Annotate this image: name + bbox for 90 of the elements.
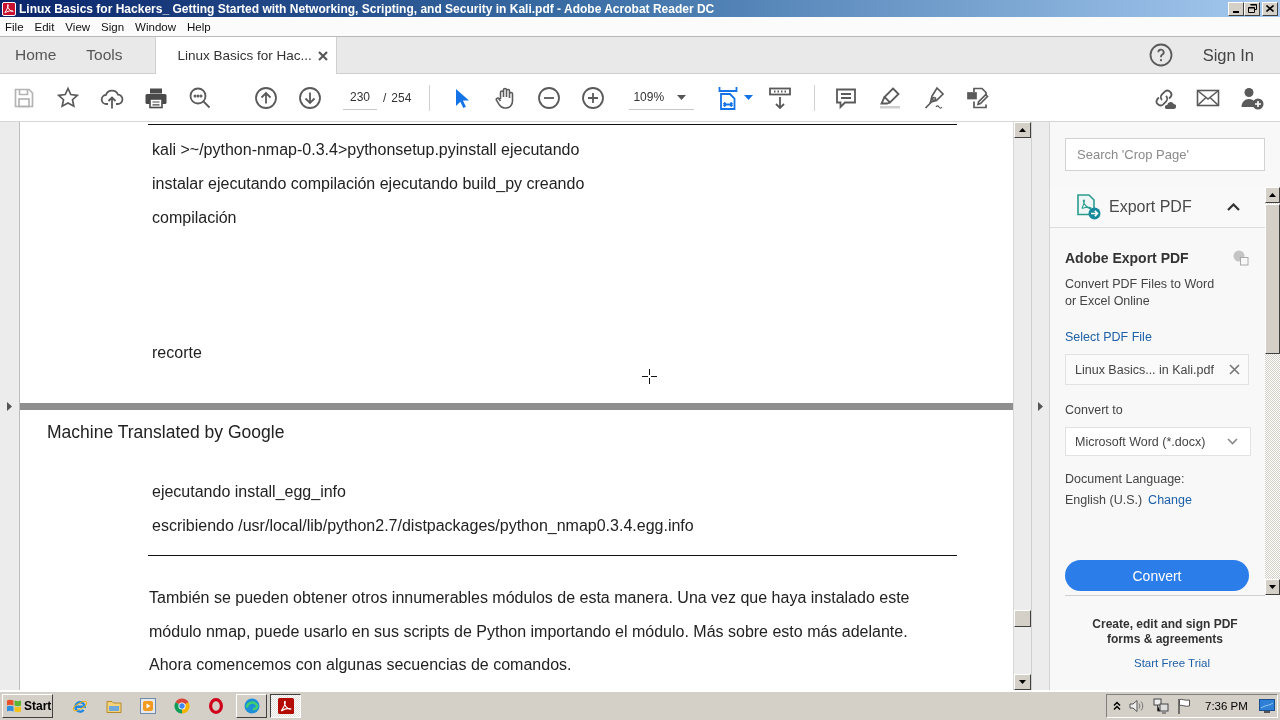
pen-nib-icon[interactable]: [922, 85, 947, 110]
star-icon[interactable]: [56, 85, 80, 110]
nav-tab[interactable]: Home: [0, 37, 72, 73]
language-text: English (U.S.): [1065, 492, 1143, 509]
segmented-circle-icon[interactable]: [174, 697, 190, 714]
crosshair-cursor-icon: [642, 369, 657, 384]
minimize-icon: [1233, 10, 1239, 13]
scroll-mode-icon[interactable]: [768, 85, 793, 110]
code-line: escribiendo /usr/local/lib/python2.7/distpackages/python_nmap0.3.4.egg.info: [152, 516, 694, 536]
minimize-button[interactable]: [1228, 1, 1244, 16]
zoom-field[interactable]: 109%: [629, 85, 695, 110]
search-field[interactable]: Search 'Crop Page': [1065, 138, 1265, 171]
pdf-icon: [277, 697, 294, 714]
promo-text: Create, edit and sign PDF forms & agreements: [1091, 617, 1239, 647]
sign-in-button[interactable]: Sign In: [1202, 45, 1254, 65]
restore-icon: [1247, 4, 1257, 13]
help-icon[interactable]: [1148, 43, 1173, 67]
menu-item[interactable]: Window: [135, 20, 176, 33]
add-user-icon[interactable]: [1240, 85, 1264, 110]
monitor-icon[interactable]: [1259, 698, 1275, 713]
ring-icon[interactable]: [209, 697, 223, 714]
taskbar-button[interactable]: [270, 693, 301, 718]
body-paragraph: También se pueden obtener otros innumerables módulos de esta manera. Una vez que haya instalado este módulo nmap, puede usarlo en sus scripts de Python importando el módulo. Más sobre esto más adelante. Ahora comencemos con algunas secuencias de comandos.: [149, 588, 910, 675]
close-button[interactable]: [1262, 1, 1278, 16]
play-icon[interactable]: [140, 697, 156, 714]
menu-item[interactable]: File: [5, 20, 24, 33]
caret-icon[interactable]: [744, 95, 754, 100]
change-link[interactable]: Change: [1148, 492, 1192, 509]
code-line: instalar ejecutando compilación ejecutando build_py creando: [152, 174, 585, 194]
menu-item[interactable]: Sign: [101, 20, 125, 33]
file-field[interactable]: Linux Basics... in Kali.pdf: [1065, 354, 1249, 385]
nav-tab[interactable]: Tools: [71, 37, 138, 73]
code-line: compilación: [152, 208, 237, 228]
menu-item[interactable]: Edit: [34, 20, 55, 33]
scroll-thumb[interactable]: [1265, 204, 1280, 354]
document-arrow-icon: [1075, 194, 1101, 220]
code-line: kali >~/python-nmap-0.3.4>pythonsetup.pyinstall ejecutando: [152, 140, 580, 160]
convert-button[interactable]: Convert: [1065, 560, 1249, 591]
network-icon[interactable]: [1153, 697, 1169, 714]
format-dropdown[interactable]: Microsoft Word (*.docx): [1065, 427, 1251, 456]
code-line: ejecutando install_egg_info: [152, 482, 346, 502]
start-button[interactable]: Start: [2, 693, 53, 718]
scroll-down-button[interactable]: [1014, 674, 1031, 690]
menu-item[interactable]: Help: [187, 20, 211, 33]
expand-triangle-icon[interactable]: [7, 401, 12, 411]
highlighter-icon[interactable]: [878, 85, 903, 110]
expand-triangle-icon[interactable]: [1038, 401, 1043, 411]
page-separator: /: [383, 90, 387, 105]
zoom-out-icon[interactable]: [537, 85, 562, 110]
up-triangle-icon: [1269, 193, 1276, 197]
edit-document-icon[interactable]: [966, 85, 991, 110]
arrow-up-circle-icon[interactable]: [254, 85, 278, 110]
down-triangle-icon: [1269, 585, 1276, 589]
window-title: Linux Basics for Hackers_ Getting Started with Networking, Scripting, and Security in Kali.pdf - Adobe Acrobat Reader DC: [19, 1, 715, 16]
windows-logo-icon: [6, 698, 22, 713]
copy-icon: [1233, 250, 1249, 266]
speaker-icon[interactable]: [1129, 698, 1145, 713]
chevron-down-icon: [1227, 438, 1238, 445]
swirl-icon: [243, 697, 260, 714]
page-number-field[interactable]: 230: [343, 85, 377, 110]
arrow-down-circle-icon[interactable]: [298, 85, 322, 110]
scroll-down-button[interactable]: [1265, 579, 1280, 595]
close-tab-icon[interactable]: [317, 50, 328, 61]
select-file-link[interactable]: Select PDF File: [1065, 329, 1152, 346]
flag-icon[interactable]: [1177, 697, 1191, 714]
scroll-thumb[interactable]: [1014, 610, 1031, 627]
clock-text: 7:36 PM: [1205, 699, 1248, 712]
clear-icon[interactable]: [1229, 364, 1240, 375]
zoom-search-icon[interactable]: [188, 85, 212, 110]
free-trial-link[interactable]: Start Free Trial: [1133, 657, 1211, 669]
chevron-up-icon[interactable]: [1227, 203, 1240, 211]
caret-icon[interactable]: [677, 94, 687, 100]
double-chevron-up-icon[interactable]: [1113, 700, 1121, 711]
zoom-in-icon[interactable]: [581, 85, 606, 110]
restore-button[interactable]: [1244, 1, 1260, 16]
up-triangle-icon: [1019, 128, 1026, 132]
panel-heading: Adobe Export PDF: [1065, 249, 1189, 267]
close-icon: [1266, 5, 1274, 12]
page-header-text: Machine Translated by Google: [47, 421, 285, 443]
field-label: Document Language:: [1065, 471, 1185, 488]
field-label: Convert to: [1065, 402, 1123, 419]
down-triangle-icon: [1019, 680, 1026, 684]
menu-item[interactable]: View: [65, 20, 91, 33]
code-line: recorte: [152, 343, 202, 363]
page-count: 254: [391, 90, 412, 105]
scroll-up-button[interactable]: [1014, 122, 1031, 138]
document-tab[interactable]: Linux Basics for Hac...: [154, 37, 337, 74]
section-title: Export PDF: [1109, 198, 1192, 216]
scroll-up-button[interactable]: [1265, 187, 1280, 203]
description-text: Convert PDF Files to Word or Excel Online: [1065, 276, 1215, 310]
